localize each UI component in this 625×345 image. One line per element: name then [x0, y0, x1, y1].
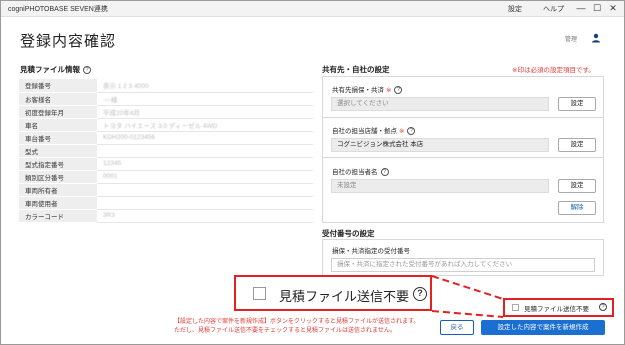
estimate-title-text: 見積ファイル情報	[20, 65, 80, 74]
close-button[interactable]: ✕	[605, 2, 621, 15]
help-icon[interactable]: ?	[380, 168, 389, 177]
menu-settings[interactable]: 設定	[508, 4, 522, 14]
staff-label-text: 自社の担当者名	[332, 169, 378, 176]
receipt-box: 損保・共済指定の受付番号 損保・共済に指定された受付番号があれば入力してください	[322, 239, 604, 276]
row-label: 初度登録年月	[19, 105, 97, 119]
store-row: 自社の担当店舗・拠点 ※? コグニビジョン株式会社 本店 設定	[323, 118, 603, 158]
table-row: 初度登録年月 平成20年4月	[19, 105, 313, 119]
help-icon[interactable]: ?	[413, 287, 427, 301]
help-icon[interactable]: ?	[394, 86, 403, 95]
no-send-callout: 見積ファイル送信不要 ?	[234, 275, 432, 311]
back-button[interactable]: 戻る	[440, 320, 474, 335]
row-label: 型式指定番号	[19, 157, 97, 171]
maximize-button[interactable]: ☐	[589, 2, 605, 15]
insurer-label: 共有先損保・共済 ※?	[332, 84, 403, 95]
required-note: ※印は必須の設定項目です。	[512, 67, 595, 74]
table-row: 型式	[19, 144, 313, 158]
insurer-set-button[interactable]: 設定	[558, 97, 596, 111]
minimize-button[interactable]: —	[573, 2, 589, 15]
table-row: カラーコード 3R3	[19, 209, 313, 223]
row-label: 車名	[19, 118, 97, 132]
no-send-checkbox-magnified[interactable]	[253, 287, 266, 300]
store-set-button[interactable]: 設定	[558, 138, 596, 152]
receipt-section-title: 受付番号の設定	[322, 229, 375, 238]
row-label: カラーコード	[19, 209, 97, 223]
table-row: 登録番号 表示 1 2 3 4000	[19, 79, 313, 93]
help-icon[interactable]: ?	[407, 127, 416, 136]
help-icon[interactable]: ?	[599, 303, 607, 311]
row-value: 3R3	[97, 209, 313, 223]
user-name: 管理	[565, 37, 578, 43]
row-label: 車両使用者	[19, 196, 97, 210]
staff-clear-button[interactable]: 解除	[558, 201, 596, 215]
store-label: 自社の担当店舗・拠点 ※?	[332, 125, 416, 136]
row-label: 車台番号	[19, 131, 97, 145]
table-row: 車台番号 KDH200-0123456	[19, 131, 313, 145]
store-field[interactable]: コグニビジョン株式会社 本店	[331, 138, 549, 152]
table-row: 車両使用者	[19, 196, 313, 210]
receipt-label: 損保・共済指定の受付番号	[332, 248, 410, 255]
staff-field[interactable]: 未設定	[331, 179, 549, 193]
table-row: 類別区分番号 0001	[19, 170, 313, 184]
share-settings-box: 共有先損保・共済 ※? 選択してください 設定 自社の担当店舗・拠点 ※? コグニビ…	[322, 76, 604, 223]
row-value: 平成20年4月	[97, 105, 313, 119]
row-value	[97, 183, 313, 197]
title-bar: cogniPHOTOBASE SEVEN連携 設定 ヘルプ — ☐ ✕	[1, 1, 624, 17]
menu-help[interactable]: ヘルプ	[543, 4, 564, 14]
row-label: 登録番号	[19, 79, 97, 93]
help-icon[interactable]: ?	[83, 66, 91, 75]
staff-label: 自社の担当者名?	[332, 166, 389, 177]
table-row: 車両所有者	[19, 183, 313, 197]
page-title: 登録内容確認	[20, 33, 117, 50]
row-label: 車両所有者	[19, 183, 97, 197]
row-value: ○○様	[97, 92, 313, 106]
row-value: 0001	[97, 170, 313, 184]
table-row: 車名 トヨタ ハイエース 3.0 ディーゼル 4WD	[19, 118, 313, 132]
required-mark: ※	[399, 128, 405, 135]
row-value	[97, 196, 313, 210]
staff-set-button[interactable]: 設定	[558, 179, 596, 193]
row-value: KDH200-0123456	[97, 131, 313, 145]
insurer-field[interactable]: 選択してください	[331, 97, 549, 111]
staff-row: 自社の担当者名? 未設定 設定 解除	[323, 158, 603, 224]
user-icon[interactable]	[590, 32, 602, 44]
no-send-label-magnified: 見積ファイル送信不要	[279, 289, 410, 304]
no-send-label: 見積ファイル送信不要	[524, 306, 589, 313]
no-send-checkbox-area: 見積ファイル送信不要 ?	[503, 298, 614, 317]
table-row: 型式指定番号 12345	[19, 157, 313, 171]
row-label: 型式	[19, 144, 97, 158]
estimate-section-title: 見積ファイル情報?	[20, 64, 91, 75]
insurer-row: 共有先損保・共済 ※? 選択してください 設定	[323, 77, 603, 118]
row-value: トヨタ ハイエース 3.0 ディーゼル 4WD	[97, 118, 313, 132]
create-case-button[interactable]: 設定した内容で案件を新規作成	[481, 320, 605, 335]
row-value: 12345	[97, 157, 313, 171]
insurer-label-text: 共有先損保・共済	[332, 87, 384, 94]
no-send-checkbox[interactable]	[512, 304, 519, 311]
row-label: 類別区分番号	[19, 170, 97, 184]
row-value: 表示 1 2 3 4000	[97, 79, 313, 93]
footer-note-line2: ただし、見積ファイル送信不要をチェックすると見積ファイルは送信されません。	[174, 328, 396, 334]
table-row: お客様名 ○○様	[19, 92, 313, 106]
store-label-text: 自社の担当店舗・拠点	[332, 128, 397, 135]
app-title: cogniPHOTOBASE SEVEN連携	[8, 6, 108, 13]
row-value	[97, 144, 313, 158]
share-section-title: 共有先・自社の設定	[322, 65, 390, 74]
receipt-number-input[interactable]: 損保・共済に指定された受付番号があれば入力してください	[331, 258, 595, 272]
required-mark: ※	[386, 87, 392, 94]
footer-note-line1: 【設定した内容で案件を新規作成】ボタンをクリックすると見積ファイルが送信されます…	[174, 319, 420, 325]
estimate-info-table: 登録番号 表示 1 2 3 4000 お客様名 ○○様 初度登録年月 平成20年4月 車名ト…	[19, 79, 313, 223]
row-label: お客様名	[19, 92, 97, 106]
